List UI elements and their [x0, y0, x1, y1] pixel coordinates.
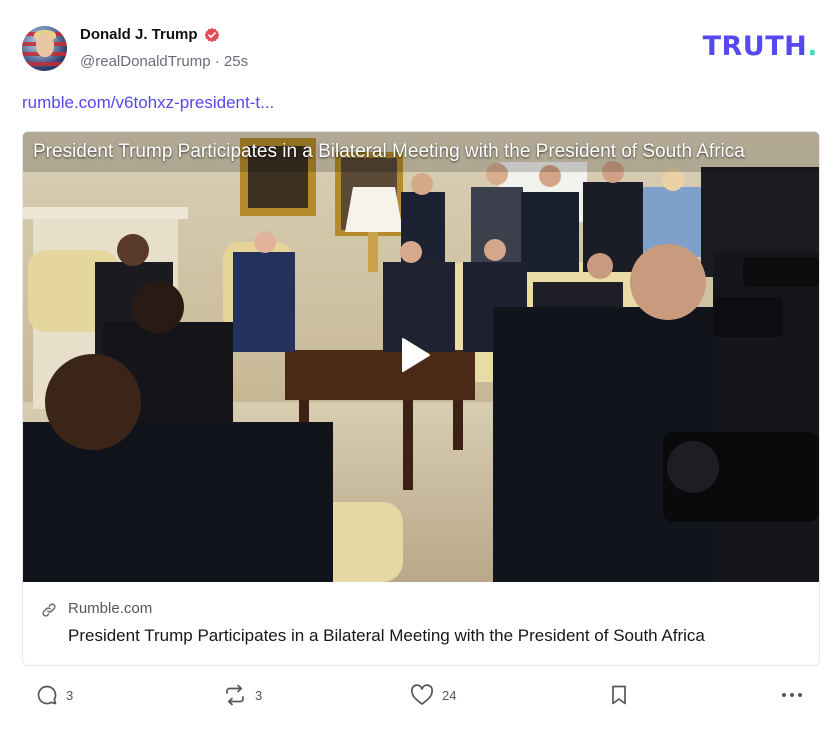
timestamp[interactable]: 25s	[224, 53, 248, 70]
meta-separator: ·	[214, 53, 220, 70]
verified-badge-icon	[204, 27, 220, 43]
truth-logo[interactable]: TRUTH.	[703, 31, 818, 62]
play-icon[interactable]	[399, 337, 439, 377]
bookmark-button[interactable]	[609, 684, 629, 706]
video-player[interactable]: President Trump Participates in a Bilate…	[23, 132, 819, 582]
more-horizontal-icon	[782, 693, 802, 697]
link-card-title[interactable]: President Trump Participates in a Bilate…	[68, 626, 705, 646]
link-card-footer[interactable]: Rumble.com President Trump Participates …	[23, 582, 819, 665]
like-count: 24	[442, 687, 457, 703]
repost-icon	[226, 684, 244, 706]
handle[interactable]: @realDonaldTrump	[80, 53, 211, 70]
reply-count: 3	[66, 687, 74, 703]
post-actions: 3 3 24	[0, 684, 840, 714]
heart-icon	[411, 684, 433, 705]
comment-icon	[37, 685, 57, 705]
reply-button[interactable]: 3	[36, 684, 73, 706]
display-name[interactable]: Donald J. Trump	[80, 26, 198, 43]
link-source-domain: Rumble.com	[68, 600, 153, 617]
link-card[interactable]: President Trump Participates in a Bilate…	[22, 131, 820, 666]
video-title: President Trump Participates in a Bilate…	[33, 141, 745, 162]
repost-button[interactable]: 3	[223, 684, 262, 706]
avatar[interactable]	[22, 26, 67, 71]
post-meta: @realDonaldTrump · 25s	[80, 53, 248, 70]
link-icon	[42, 603, 56, 617]
post-link[interactable]: rumble.com/v6tohxz-president-t...	[22, 93, 274, 113]
logo-text: TRUTH	[702, 31, 808, 62]
like-button[interactable]: 24	[410, 684, 456, 706]
more-button[interactable]	[780, 684, 804, 706]
logo-dot: .	[807, 31, 818, 62]
repost-count: 3	[255, 687, 263, 703]
bookmark-icon	[612, 685, 626, 705]
